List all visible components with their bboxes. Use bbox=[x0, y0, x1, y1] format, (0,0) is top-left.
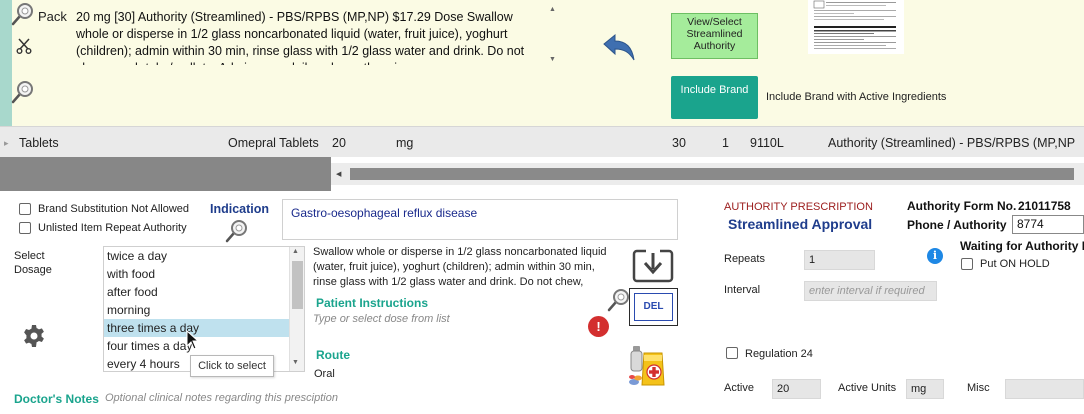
magnifier-icon[interactable] bbox=[225, 219, 249, 243]
grid-cell-unit: mg bbox=[396, 136, 414, 150]
gear-icon[interactable] bbox=[22, 324, 46, 348]
medication-packaging-icon[interactable] bbox=[628, 345, 666, 389]
magnifier-icon[interactable] bbox=[607, 288, 631, 312]
repeats-label: Repeats bbox=[724, 253, 765, 265]
regulation-24-label: Regulation 24 bbox=[745, 348, 813, 360]
back-arrow-icon[interactable] bbox=[598, 32, 638, 62]
brand-substitution-label: Brand Substitution Not Allowed bbox=[38, 203, 190, 215]
magnifier-icon[interactable] bbox=[11, 80, 35, 104]
dosage-option-selected[interactable]: three times a day bbox=[104, 319, 304, 337]
phone-authority-input[interactable]: 8774 bbox=[1012, 215, 1084, 234]
medication-grid-row[interactable]: ▸ Tablets Omepral Tablets 20 mg 30 1 911… bbox=[0, 126, 1084, 157]
dosage-list[interactable]: twice a day with food after food morning… bbox=[103, 246, 305, 372]
doctors-notes-field[interactable]: Optional clinical notes regarding this p… bbox=[105, 392, 338, 404]
active-input[interactable]: 20 bbox=[772, 379, 821, 399]
mouse-cursor-icon bbox=[186, 330, 200, 350]
grid-cell-authority: Authority (Streamlined) - PBS/RPBS (MP,N… bbox=[828, 136, 1076, 150]
unlisted-item-label: Unlisted Item Repeat Authority bbox=[38, 222, 187, 234]
select-dosage-label: Dosage bbox=[14, 264, 52, 276]
regulation-24-checkbox[interactable] bbox=[726, 347, 738, 359]
select-dosage-label: Select bbox=[14, 250, 45, 262]
scroll-up-icon[interactable]: ▲ bbox=[549, 6, 556, 13]
drug-description[interactable]: 20 mg [30] Authority (Streamlined) - PBS… bbox=[76, 9, 546, 65]
view-select-authority-button[interactable]: View/Select Streamlined Authority bbox=[671, 13, 758, 59]
patient-instructions-placeholder[interactable]: Type or select dose from list bbox=[313, 313, 450, 325]
interval-input[interactable]: enter interval if required bbox=[804, 281, 937, 301]
dosage-option[interactable]: with food bbox=[104, 265, 304, 283]
document-thumbnail[interactable] bbox=[808, 0, 904, 54]
put-on-hold-checkbox[interactable] bbox=[961, 258, 973, 270]
info-icon[interactable]: i bbox=[927, 248, 943, 264]
dosage-option[interactable]: after food bbox=[104, 283, 304, 301]
pack-label: Pack bbox=[38, 9, 67, 24]
scroll-down-icon[interactable]: ▼ bbox=[292, 359, 299, 366]
unlisted-item-checkbox[interactable] bbox=[19, 222, 31, 234]
grid-cell-repeats: 1 bbox=[722, 136, 729, 150]
patient-instructions-label: Patient Instructions bbox=[316, 296, 429, 310]
scrollbar-thumb[interactable] bbox=[350, 168, 1074, 180]
scroll-left-icon[interactable]: ◀ bbox=[336, 170, 341, 178]
grid-cell-quantity: 30 bbox=[672, 136, 686, 150]
include-brand-button[interactable]: Include Brand bbox=[671, 76, 758, 119]
delete-button[interactable]: DEL bbox=[629, 288, 678, 326]
interval-label: Interval bbox=[724, 284, 761, 296]
dosage-option[interactable]: four times a day bbox=[104, 337, 304, 355]
authority-form-label: Authority Form No. bbox=[907, 199, 1017, 213]
grid-cell-strength: 20 bbox=[332, 136, 346, 150]
authority-form-number: 21011758 bbox=[1018, 199, 1071, 213]
row-indicator-icon: ▸ bbox=[4, 138, 9, 148]
grid-cell-item-code: 9110L bbox=[750, 136, 784, 150]
tooltip: Click to select bbox=[190, 355, 274, 377]
active-units-input[interactable]: mg bbox=[906, 379, 944, 399]
scrollbar-thumb[interactable] bbox=[292, 261, 303, 309]
put-on-hold-label: Put ON HOLD bbox=[980, 258, 1050, 270]
phone-authority-label: Phone / Authority bbox=[907, 218, 1007, 232]
download-icon[interactable] bbox=[632, 247, 674, 283]
delete-button-label: DEL bbox=[634, 293, 673, 321]
active-label: Active bbox=[724, 382, 754, 394]
scroll-up-icon[interactable]: ▲ bbox=[292, 248, 299, 255]
dosage-option[interactable]: morning bbox=[104, 301, 304, 319]
indication-field[interactable]: Gastro-oesophageal reflux disease bbox=[282, 199, 678, 240]
brand-substitution-checkbox[interactable] bbox=[19, 203, 31, 215]
doctors-notes-label: Doctor's Notes bbox=[14, 392, 99, 406]
magnifier-icon[interactable] bbox=[11, 2, 35, 26]
authority-header: AUTHORITY PRESCRIPTION bbox=[724, 201, 873, 213]
grid-divider-band bbox=[0, 157, 331, 191]
dosage-scrollbar[interactable]: ▲ ▼ bbox=[289, 247, 304, 371]
repeats-input[interactable]: 1 bbox=[804, 250, 875, 270]
approval-type: Streamlined Approval bbox=[728, 216, 873, 232]
misc-label: Misc bbox=[967, 382, 990, 394]
route-label: Route bbox=[316, 348, 350, 362]
warning-icon[interactable]: ! bbox=[588, 316, 609, 337]
scroll-down-icon[interactable]: ▼ bbox=[549, 56, 556, 63]
waiting-for-authority-label: Waiting for Authority N bbox=[960, 239, 1084, 253]
grid-cell-brand: Omepral Tablets bbox=[228, 136, 319, 150]
patient-instructions-text[interactable]: Swallow whole or disperse in 1/2 glass n… bbox=[313, 245, 611, 291]
scissors-icon[interactable] bbox=[16, 38, 32, 54]
grid-cell-form: Tablets bbox=[19, 136, 59, 150]
active-units-label: Active Units bbox=[838, 382, 897, 394]
indication-label: Indication bbox=[210, 202, 270, 216]
route-value[interactable]: Oral bbox=[314, 368, 335, 380]
misc-input[interactable] bbox=[1005, 379, 1084, 399]
include-brand-description: Include Brand with Active Ingredients bbox=[766, 91, 947, 103]
dosage-option[interactable]: twice a day bbox=[104, 247, 304, 265]
